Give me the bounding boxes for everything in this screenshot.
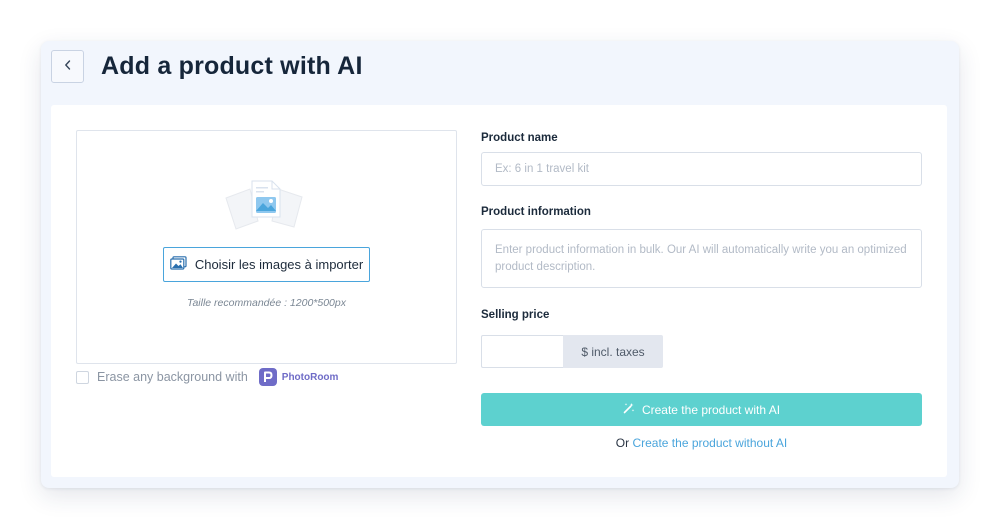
product-name-label: Product name [481, 132, 558, 144]
erase-background-label: Erase any background with [97, 370, 248, 384]
magic-wand-icon [623, 402, 635, 417]
product-info-label: Product information [481, 206, 591, 218]
create-with-ai-button[interactable]: Create the product with AI [481, 393, 922, 426]
photoroom-logo-icon [258, 368, 277, 386]
product-info-textarea[interactable] [481, 229, 922, 288]
add-product-card: Add a product with AI Choisir les images… [41, 41, 959, 488]
alternative-action-row: Or Create the product without AI [481, 436, 922, 450]
selling-price-label: Selling price [481, 309, 550, 321]
image-icon [170, 256, 187, 273]
product-name-input[interactable] [481, 152, 922, 186]
image-upload-illustration-icon [220, 177, 310, 242]
erase-background-row: Erase any background with PhotoRoom [76, 368, 339, 386]
choose-images-button[interactable]: Choisir les images à importer [163, 247, 370, 282]
image-dropzone[interactable]: Choisir les images à importer Taille rec… [76, 130, 457, 364]
choose-images-label: Choisir les images à importer [194, 257, 364, 272]
page-title: Add a product with AI [101, 52, 363, 80]
chevron-left-icon [63, 58, 73, 76]
erase-background-checkbox[interactable] [76, 370, 89, 384]
recommended-size-hint: Taille recommandée : 1200*500px [187, 297, 346, 309]
price-suffix: $ incl. taxes [563, 335, 663, 368]
photoroom-brand: PhotoRoom [258, 368, 339, 386]
selling-price-input[interactable] [481, 335, 563, 368]
back-button[interactable] [51, 50, 84, 83]
create-with-ai-label: Create the product with AI [641, 402, 781, 417]
or-text: Or [615, 436, 633, 450]
photoroom-logo-text: PhotoRoom [281, 371, 339, 383]
create-without-ai-link[interactable]: Create the product without AI [632, 436, 787, 450]
form-panel: Choisir les images à importer Taille rec… [51, 105, 947, 477]
